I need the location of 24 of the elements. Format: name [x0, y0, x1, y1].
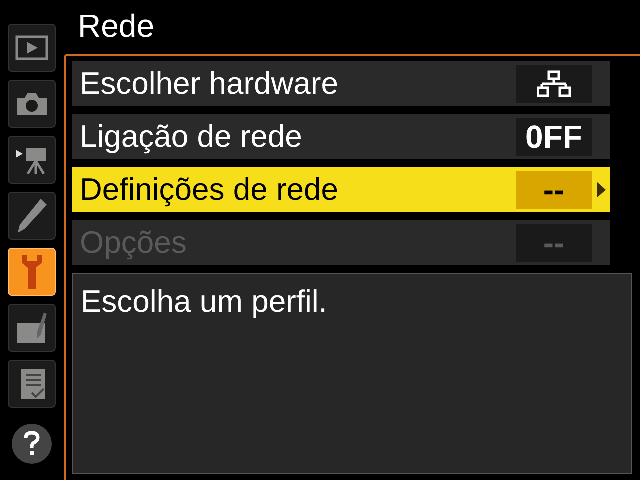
menu-item-label: Ligação de rede — [80, 121, 304, 152]
menu-tab[interactable] — [8, 24, 56, 72]
menu-tab[interactable] — [8, 304, 56, 352]
menu-item-label: Definições de rede — [80, 174, 340, 205]
playback-icon — [15, 35, 49, 61]
setting-value: 0FF — [526, 120, 582, 152]
network-icon — [537, 70, 571, 98]
setting-value: -- — [543, 226, 565, 258]
submenu-arrow-icon — [596, 182, 606, 198]
menu-item[interactable]: Definições de rede -- — [72, 167, 610, 212]
menu-item-label: Escolher hardware — [80, 68, 340, 99]
menu-tab[interactable] — [8, 360, 56, 408]
menu-item[interactable]: Ligação de rede 0FF — [72, 114, 610, 159]
screen-title: Rede — [77, 7, 156, 46]
help-text: Escolha um perfil. — [81, 284, 328, 319]
setting-value: -- — [543, 174, 565, 206]
pencil-icon — [15, 197, 49, 235]
camera-icon — [14, 91, 50, 117]
menu-item[interactable]: Escolher hardware — [72, 61, 610, 106]
menu-tab[interactable] — [8, 192, 56, 240]
menu-tab[interactable] — [8, 136, 56, 184]
help-icon[interactable] — [12, 424, 52, 464]
retouch-brush-icon — [14, 311, 50, 345]
menu-tab[interactable] — [8, 80, 56, 128]
